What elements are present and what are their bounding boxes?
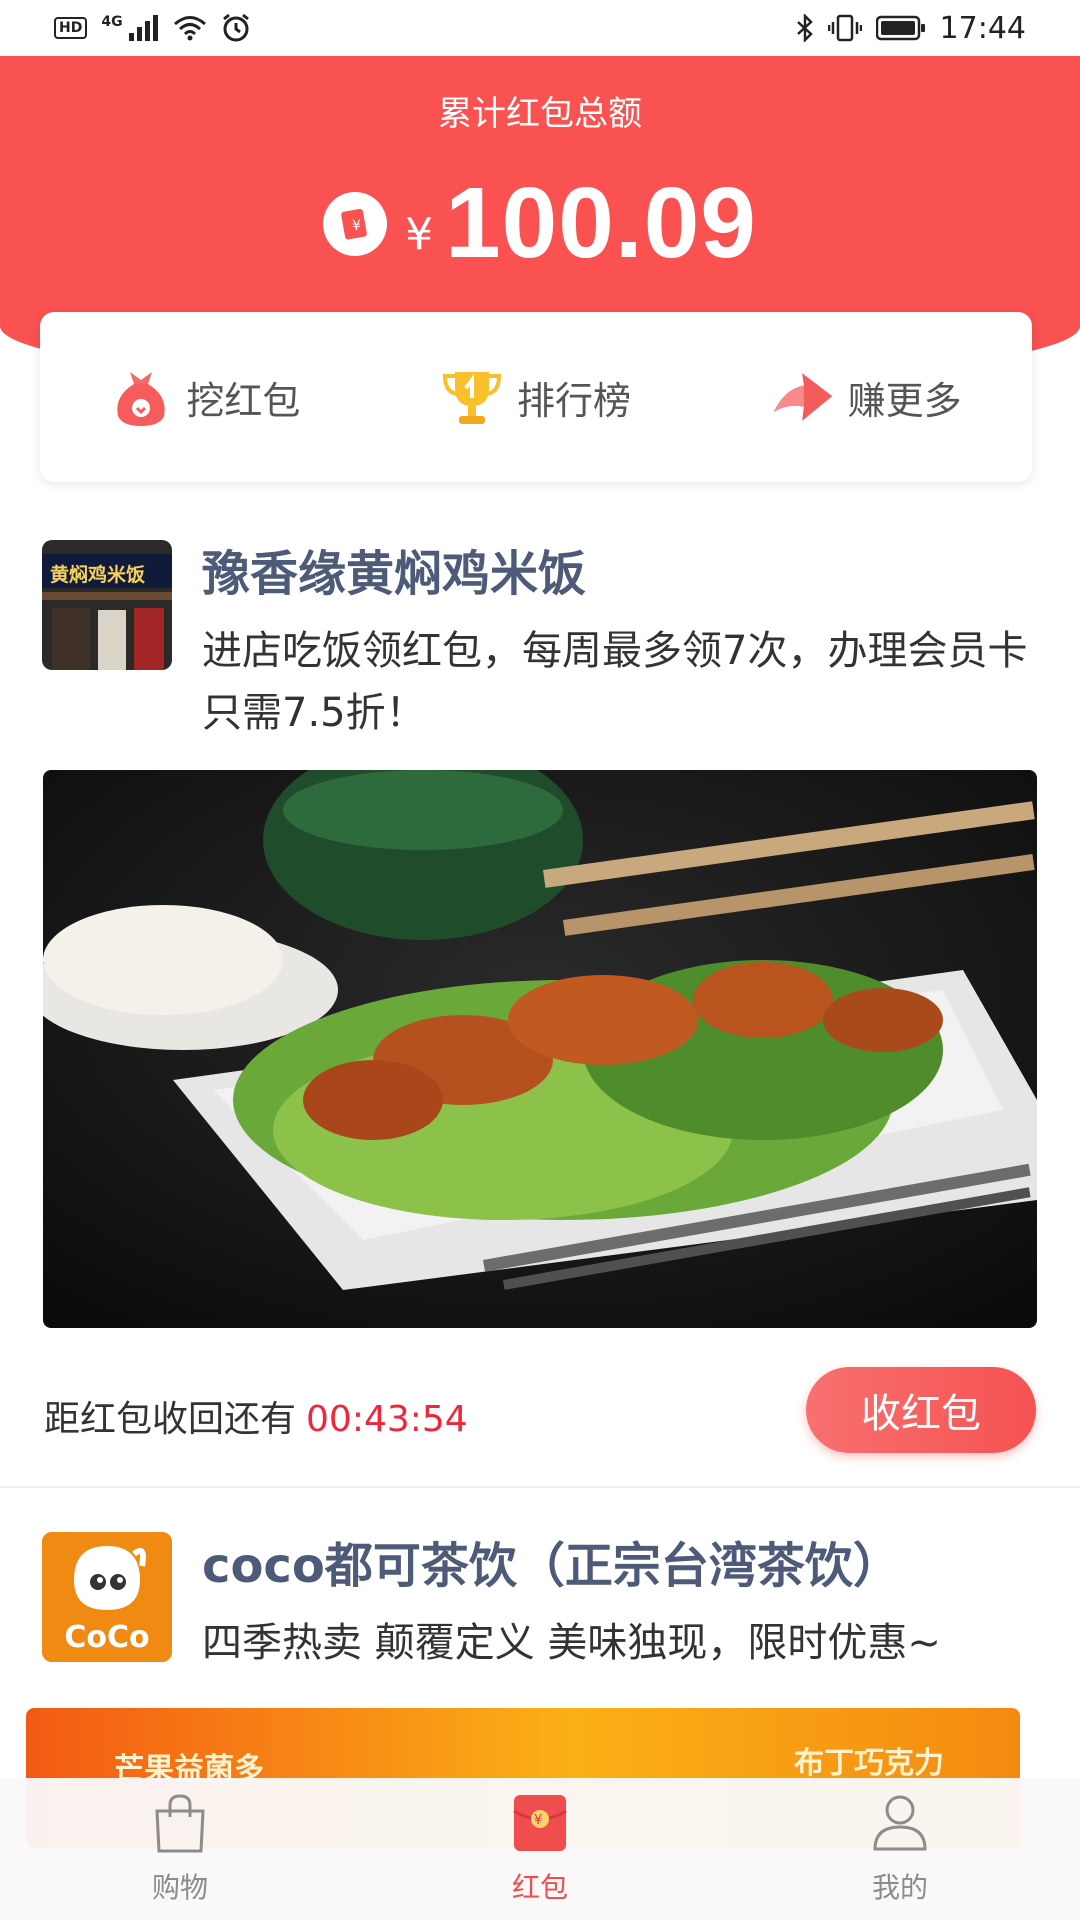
food-photo[interactable] <box>43 770 1037 1328</box>
red-envelope-icon: ¥ <box>512 1793 568 1860</box>
tab-redpacket-label: 红包 <box>511 1870 568 1904</box>
tab-shopping[interactable]: 购物 <box>80 1793 280 1906</box>
total-label: 累计红包总额 <box>438 94 642 134</box>
ranking-label: 排行榜 <box>516 378 631 423</box>
collect-redpacket-button[interactable]: 收红包 <box>806 1367 1036 1453</box>
currency-symbol: ¥ <box>405 209 434 260</box>
divider <box>0 1486 1080 1488</box>
red-packet-coin-icon: ¥ <box>323 191 388 256</box>
alarm-icon <box>221 13 251 43</box>
tab-profile-label: 我的 <box>871 1870 928 1904</box>
ranking-button[interactable]: 排行榜 <box>441 366 631 428</box>
merchant-logo: 黄焖鸡米饭 <box>42 540 172 670</box>
countdown-label: 距红包收回还有 <box>44 1399 297 1440</box>
dig-redpacket-button[interactable]: 挖红包 <box>110 366 300 428</box>
tab-bar: 购物 ¥ 红包 我的 <box>0 1778 1080 1920</box>
action-card: 挖红包 排行榜 赚更多 <box>40 312 1032 482</box>
countdown: 距红包收回还有 00:43:54 <box>44 1390 468 1442</box>
tab-redpacket[interactable]: ¥ 红包 <box>440 1793 640 1906</box>
svg-text:¥: ¥ <box>352 218 361 234</box>
user-icon <box>871 1793 929 1860</box>
hd-icon: HD <box>54 17 88 39</box>
money-bag-icon <box>110 366 172 428</box>
merchant-description: 进店吃饭领红包，每周最多领7次，办理会员卡只需7.5折！ <box>202 628 1028 736</box>
battery-icon <box>875 15 926 41</box>
merchant-logo-text: 黄焖鸡米饭 <box>50 564 146 586</box>
coco-logo: CoCo <box>42 1532 172 1662</box>
wifi-icon <box>173 15 207 41</box>
svg-text:¥: ¥ <box>534 1813 542 1828</box>
status-bar: HD 4G 17:44 <box>0 0 1080 56</box>
clock: 17:44 <box>939 10 1026 46</box>
tab-shopping-label: 购物 <box>151 1870 208 1904</box>
banner-right-text: 布丁巧克力 <box>794 1746 944 1781</box>
merchant-description: 四季热卖 颠覆定义 美味独现，限时优惠~ <box>202 1620 941 1666</box>
shopping-bag-icon <box>151 1793 209 1860</box>
signal-icon <box>128 15 159 41</box>
merchant-name: coco都可茶饮（正宗台湾茶饮） <box>202 1538 901 1594</box>
countdown-time: 00:43:54 <box>306 1399 468 1440</box>
vibrate-icon <box>827 14 862 42</box>
arrow-icon <box>772 366 834 428</box>
earn-more-label: 赚更多 <box>847 378 962 423</box>
total-amount-row: ¥ ¥ 100.09 <box>0 166 1080 281</box>
total-amount: 100.09 <box>445 167 757 279</box>
merchant-name: 豫香缘黄焖鸡米饭 <box>202 546 587 602</box>
coco-logo-text: CoCo <box>64 1620 150 1655</box>
trophy-icon <box>441 366 503 428</box>
earn-more-button[interactable]: 赚更多 <box>772 366 962 428</box>
bluetooth-icon <box>796 14 814 42</box>
network-type: 4G <box>101 14 123 30</box>
dig-redpacket-label: 挖红包 <box>186 378 301 423</box>
tab-profile[interactable]: 我的 <box>800 1793 1000 1906</box>
